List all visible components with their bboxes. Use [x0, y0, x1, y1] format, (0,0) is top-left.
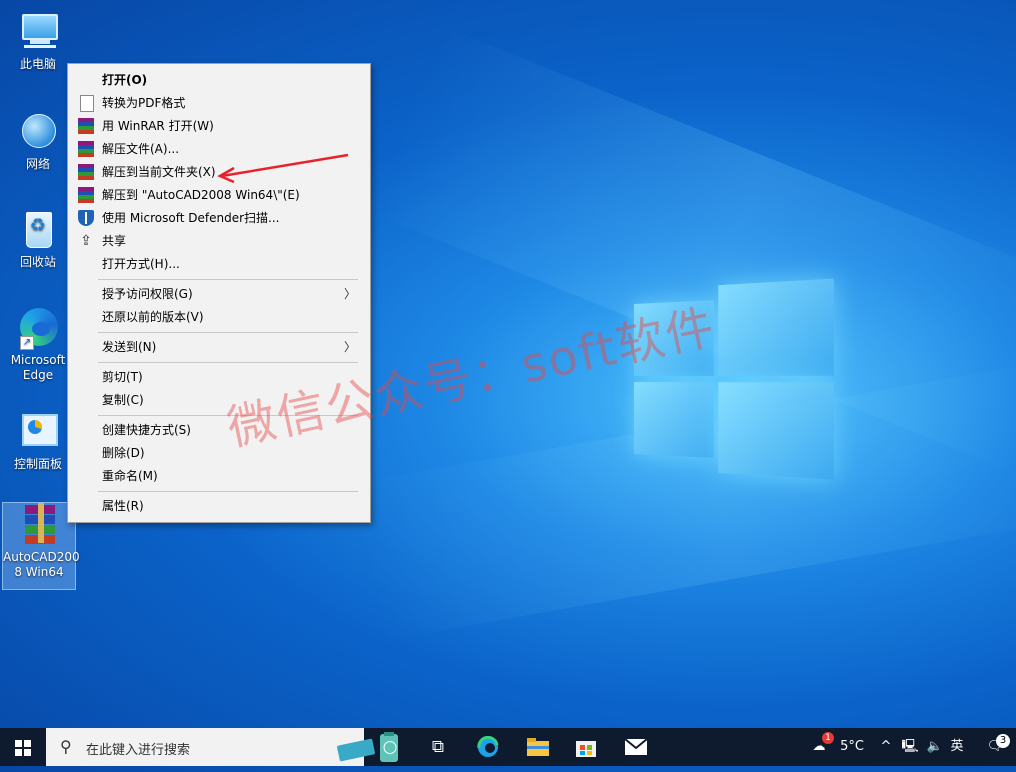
winrar-icon — [78, 141, 94, 157]
menu-item-label: 授予访问权限(G) — [102, 287, 193, 301]
menu-item-label: 重命名(M) — [102, 469, 158, 483]
desktop-icon-label: 8 Win64 — [14, 565, 64, 579]
menu-item-label: 解压到当前文件夹(X) — [102, 165, 216, 179]
menu-item-label: 属性(R) — [102, 499, 144, 513]
task-view-cortana-icon[interactable]: ○ — [366, 728, 414, 766]
desktop-icon-label: 此电脑 — [19, 57, 56, 71]
menu-item-defender-scan[interactable]: 使用 Microsoft Defender扫描... — [70, 207, 366, 229]
winrar-icon — [78, 164, 94, 180]
computer-icon — [16, 10, 60, 54]
menu-item-rename[interactable]: 重命名(M) — [70, 465, 366, 487]
desktop-icon-label: Edge — [22, 368, 54, 382]
menu-separator — [98, 491, 358, 492]
menu-item-label: 删除(D) — [102, 446, 145, 460]
menu-item-open-winrar[interactable]: 用 WinRAR 打开(W) — [70, 115, 366, 137]
taskbar-search-box[interactable]: ⚲ 在此键入进行搜索 — [46, 728, 398, 766]
mail-icon[interactable] — [612, 728, 660, 766]
menu-item-label: 使用 Microsoft Defender扫描... — [102, 211, 280, 225]
menu-item-label: 解压到 "AutoCAD2008 Win64\"(E) — [102, 188, 300, 202]
desktop-icon-label: 网络 — [25, 157, 50, 171]
submenu-arrow-icon: 〉 — [343, 287, 356, 301]
weather-icon[interactable]: ☁ 1 — [804, 728, 834, 766]
menu-item-send-to[interactable]: 发送到(N) 〉 — [70, 336, 366, 358]
menu-separator — [98, 332, 358, 333]
winrar-archive-icon — [17, 503, 61, 547]
menu-item-open[interactable]: 打开(O) — [70, 69, 366, 91]
submenu-arrow-icon: 〉 — [343, 340, 356, 354]
desktop-icon-label: 回收站 — [19, 255, 56, 269]
network-globe-icon — [16, 110, 60, 154]
menu-item-restore-versions[interactable]: 还原以前的版本(V) — [70, 306, 366, 328]
menu-item-label: 创建快捷方式(S) — [102, 423, 191, 437]
desktop-icon-network[interactable]: 网络 — [2, 110, 74, 172]
desktop-icon-label: Microsoft — [10, 353, 66, 367]
defender-shield-icon — [78, 210, 94, 226]
notification-center-icon[interactable]: 🗨 3 — [978, 728, 1012, 766]
search-placeholder: 在此键入进行搜索 — [86, 743, 191, 758]
weather-alert-badge: 1 — [822, 732, 834, 744]
network-icon[interactable]: 🖳 — [900, 728, 920, 766]
menu-item-label: 复制(C) — [102, 393, 144, 407]
menu-item-label: 还原以前的版本(V) — [102, 310, 204, 324]
menu-item-label: 转换为PDF格式 — [102, 96, 186, 110]
menu-item-grant-access[interactable]: 授予访问权限(G) 〉 — [70, 283, 366, 305]
notification-count-badge: 3 — [996, 734, 1010, 748]
menu-item-label: 解压文件(A)... — [102, 142, 180, 156]
search-icon: ⚲ — [60, 737, 72, 756]
document-icon — [80, 95, 94, 112]
menu-item-extract-here[interactable]: 解压到当前文件夹(X) — [70, 161, 366, 183]
menu-item-extract-to-folder[interactable]: 解压到 "AutoCAD2008 Win64\"(E) — [70, 184, 366, 206]
recycle-bin-icon: ♻ — [16, 208, 60, 252]
menu-item-share[interactable]: ⇪ 共享 — [70, 230, 366, 252]
winrar-icon — [78, 118, 94, 134]
share-icon: ⇪ — [80, 233, 92, 249]
task-view-icon[interactable]: ⧉ — [414, 728, 462, 766]
menu-item-label: 发送到(N) — [102, 340, 157, 354]
winrar-icon — [78, 187, 94, 203]
menu-item-properties[interactable]: 属性(R) — [70, 495, 366, 517]
menu-item-convert-pdf[interactable]: 转换为PDF格式 — [70, 92, 366, 114]
menu-item-extract-files[interactable]: 解压文件(A)... — [70, 138, 366, 160]
desktop-icon-label: 控制面板 — [13, 457, 62, 471]
volume-icon[interactable]: 🔈 — [924, 728, 946, 766]
menu-separator — [98, 279, 358, 280]
taskbar: ⚲ 在此键入进行搜索 ○ ⧉ ☁ 1 5°C ^ 🖳 🔈 英 🗨 3 — [0, 728, 1016, 766]
file-explorer-icon[interactable] — [514, 728, 562, 766]
edge-icon: ↗ — [16, 306, 60, 350]
menu-separator — [98, 362, 358, 363]
ime-indicator[interactable]: 英 — [946, 728, 968, 766]
desktop-icon-edge[interactable]: ↗ Microsoft Edge — [2, 306, 74, 383]
context-menu: 打开(O) 转换为PDF格式 用 WinRAR 打开(W) 解压文件(A)...… — [67, 63, 371, 523]
tray-overflow-chevron-icon[interactable]: ^ — [876, 728, 896, 766]
menu-item-label: 共享 — [102, 234, 127, 248]
desktop-icon-recycle-bin[interactable]: ♻ 回收站 — [2, 208, 74, 270]
control-panel-icon — [16, 410, 60, 454]
weather-temperature[interactable]: 5°C — [836, 728, 868, 766]
desktop-icon-label: AutoCAD200 — [3, 550, 80, 564]
menu-item-label: 用 WinRAR 打开(W) — [102, 119, 214, 133]
menu-item-label: 打开(O) — [102, 73, 148, 87]
desktop-icon-autocad-archive[interactable]: AutoCAD200 8 Win64 — [2, 502, 80, 590]
edge-taskbar-icon[interactable] — [464, 728, 512, 766]
menu-item-label: 剪切(T) — [102, 370, 143, 384]
menu-item-open-with[interactable]: 打开方式(H)... — [70, 253, 366, 275]
menu-item-delete[interactable]: 删除(D) — [70, 442, 366, 464]
desktop-icon-control-panel[interactable]: 控制面板 — [2, 410, 74, 472]
microsoft-store-icon[interactable] — [562, 728, 610, 766]
start-button[interactable] — [0, 728, 46, 766]
shortcut-arrow-icon: ↗ — [20, 336, 34, 350]
menu-item-label: 打开方式(H)... — [102, 257, 180, 271]
desktop-icon-this-pc[interactable]: 此电脑 — [2, 10, 74, 72]
